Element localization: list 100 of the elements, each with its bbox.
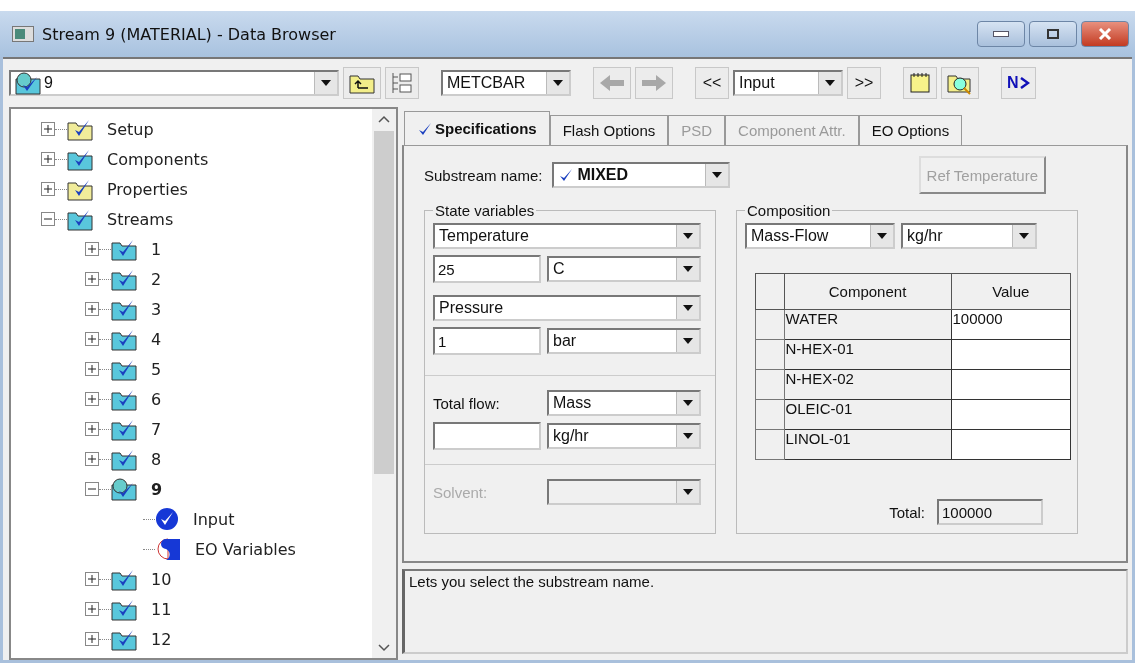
dropdown-arrow-icon — [321, 80, 331, 86]
tree-item[interactable]: 8 — [151, 449, 162, 469]
collapse-icon[interactable] — [41, 212, 55, 226]
group-title: State variables — [434, 203, 536, 219]
table-cell[interactable] — [951, 339, 1071, 370]
tree-view-icon — [391, 71, 413, 95]
tree-item[interactable]: 7 — [151, 419, 162, 439]
dropdown-arrow-icon — [825, 80, 835, 86]
maximize-button[interactable] — [1029, 21, 1077, 47]
value-field[interactable]: 25 — [433, 255, 541, 283]
total-field: 100000 — [937, 499, 1043, 525]
expand-icon[interactable] — [85, 392, 99, 406]
tree-item[interactable]: EO Variables — [195, 539, 296, 559]
value-field[interactable] — [433, 422, 541, 450]
column-header: Value — [951, 273, 1071, 310]
table-cell[interactable]: 100000 — [951, 309, 1071, 340]
up-folder-button[interactable] — [343, 67, 381, 99]
unit-set-combo[interactable]: METCBAR — [441, 70, 571, 96]
dropdown-arrow-icon — [683, 266, 693, 272]
tree-item[interactable]: 12 — [151, 629, 172, 649]
variable-combo[interactable]: Temperature — [433, 223, 701, 249]
tab[interactable]: EO Options — [858, 115, 963, 145]
tree-item[interactable]: Components — [107, 149, 209, 169]
stream-icon — [15, 71, 41, 95]
stream-icon — [111, 477, 137, 501]
column-header: Component — [784, 273, 952, 310]
tree-item[interactable]: 11 — [151, 599, 172, 619]
note-icon — [909, 72, 931, 94]
value-field[interactable]: 1 — [433, 327, 541, 355]
field-label: Total: — [889, 503, 925, 521]
dropdown-arrow-icon — [553, 80, 563, 86]
solvent-combo[interactable] — [547, 479, 701, 505]
expand-icon[interactable] — [41, 122, 55, 136]
expand-icon[interactable] — [85, 422, 99, 436]
unit-combo[interactable]: bar — [547, 328, 701, 354]
table-cell: OLEIC-01 — [784, 399, 952, 430]
table-cell[interactable] — [951, 369, 1071, 400]
basis-combo[interactable]: Mass-Flow — [745, 223, 895, 249]
right-arrow-icon — [641, 74, 667, 92]
tab[interactable]: Specifications — [404, 111, 550, 145]
next-button[interactable]: N — [1001, 67, 1036, 99]
table-cell: N-HEX-01 — [784, 339, 952, 370]
maximize-icon — [1047, 29, 1059, 39]
scroll-thumb[interactable] — [374, 131, 394, 474]
form-combo[interactable]: Input — [733, 70, 843, 96]
expand-icon[interactable] — [85, 242, 99, 256]
status-text: Lets you select the substream name. — [402, 569, 1128, 654]
dropdown-arrow-icon — [683, 400, 693, 406]
minimize-icon — [993, 31, 1009, 37]
expand-icon[interactable] — [41, 182, 55, 196]
tree-item[interactable]: 3 — [151, 299, 162, 319]
tree-item[interactable]: Properties — [107, 179, 188, 199]
expand-icon[interactable] — [85, 332, 99, 346]
unit-combo[interactable]: kg/hr — [901, 223, 1037, 249]
tab[interactable]: Flash Options — [549, 115, 669, 145]
tree-item[interactable]: 10 — [151, 569, 172, 589]
notes-button[interactable] — [903, 67, 937, 99]
expand-icon[interactable] — [85, 452, 99, 466]
dropdown-arrow-icon — [683, 305, 693, 311]
group-title: Composition — [746, 203, 832, 219]
tree-item[interactable]: 9 — [151, 479, 163, 499]
status-button[interactable] — [941, 67, 979, 99]
expand-icon[interactable] — [85, 632, 99, 646]
half-circle-icon — [155, 537, 181, 561]
close-button[interactable] — [1081, 21, 1129, 47]
tree-item[interactable]: 1 — [151, 239, 162, 259]
table-cell[interactable] — [951, 429, 1071, 460]
table-cell[interactable] — [951, 399, 1071, 430]
unit-combo[interactable]: C — [547, 256, 701, 282]
expand-icon[interactable] — [85, 272, 99, 286]
previous-form-button[interactable]: << — [695, 67, 729, 99]
tree-item[interactable]: 2 — [151, 269, 162, 289]
unit-combo[interactable]: kg/hr — [547, 423, 701, 449]
dropdown-arrow-icon — [877, 233, 887, 239]
field-label: Substream name: — [424, 166, 543, 184]
basis-combo[interactable]: Mass — [547, 390, 701, 416]
left-arrow-icon — [599, 74, 625, 92]
tree-item[interactable]: Setup — [107, 119, 154, 139]
window-title: Stream 9 (MATERIAL) - Data Browser — [42, 24, 337, 44]
expand-icon[interactable] — [41, 152, 55, 166]
next-form-button[interactable]: >> — [847, 67, 881, 99]
collapse-icon[interactable] — [85, 482, 99, 496]
close-icon — [1098, 28, 1112, 40]
expand-icon[interactable] — [85, 362, 99, 376]
table-cell: N-HEX-02 — [784, 369, 952, 400]
substream-combo[interactable]: MIXED — [552, 162, 731, 188]
scrollbar[interactable] — [372, 109, 396, 658]
table-cell: WATER — [784, 309, 952, 340]
expand-icon[interactable] — [85, 602, 99, 616]
object-combo[interactable]: 9 — [9, 70, 339, 96]
expand-icon[interactable] — [85, 572, 99, 586]
variable-combo[interactable]: Pressure — [433, 295, 701, 321]
minimize-button[interactable] — [977, 21, 1025, 47]
tree-item[interactable]: 5 — [151, 359, 162, 379]
tree-item[interactable]: 4 — [151, 329, 162, 349]
field-label: Solvent: — [433, 483, 489, 501]
tree-item[interactable]: Streams — [107, 209, 174, 229]
tree-item[interactable]: 6 — [151, 389, 162, 409]
tree-item[interactable]: Input — [193, 509, 235, 529]
expand-icon[interactable] — [85, 302, 99, 316]
